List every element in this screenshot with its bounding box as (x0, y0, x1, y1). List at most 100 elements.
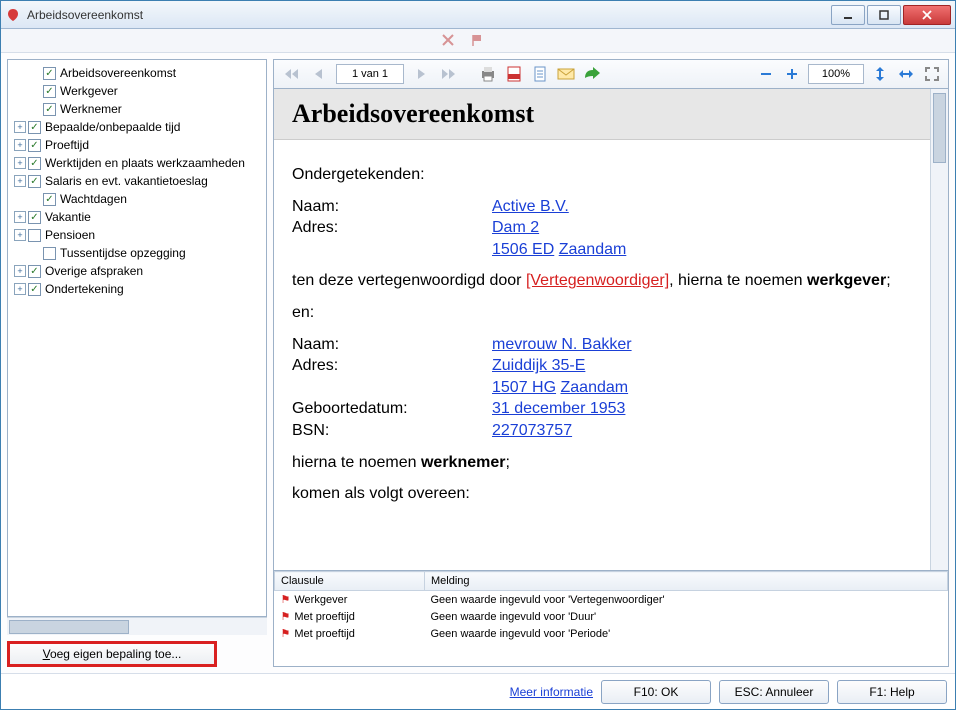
page-indicator[interactable] (336, 64, 404, 84)
tree-item[interactable]: + Overige afspraken (10, 262, 264, 280)
message-row[interactable]: ⚑Met proeftijdGeen waarde ingevuld voor … (275, 608, 948, 625)
expander-icon[interactable]: + (14, 139, 26, 151)
close-button[interactable] (903, 5, 951, 25)
expander-icon[interactable]: + (14, 175, 26, 187)
close-x-icon (441, 33, 457, 49)
checkbox[interactable] (28, 175, 41, 188)
help-button[interactable]: F1: Help (837, 680, 947, 704)
secondary-bar (1, 29, 955, 53)
fullscreen-icon[interactable] (922, 64, 942, 84)
flag-small-icon (471, 33, 487, 49)
cancel-button[interactable]: ESC: Annuleer (719, 680, 829, 704)
flag-icon: ⚑ (281, 628, 291, 640)
document-icon[interactable] (530, 64, 550, 84)
employer-street-link[interactable]: Dam 2 (492, 217, 539, 239)
tree-item[interactable]: + Ondertekening (10, 280, 264, 298)
message-row[interactable]: ⚑Met proeftijdGeen waarde ingevuld voor … (275, 625, 948, 642)
prev-page-button[interactable] (308, 63, 330, 85)
checkbox[interactable] (28, 229, 41, 242)
employer-name-link[interactable]: Active B.V. (492, 196, 569, 218)
tree-item[interactable]: +Bepaalde/onbepaalde tijd (10, 118, 264, 136)
tree-item-label: Ondertekening (45, 282, 124, 296)
last-page-button[interactable] (438, 63, 460, 85)
tree-item[interactable]: +Werktijden en plaats werkzaamheden (10, 154, 264, 172)
checkbox[interactable] (28, 211, 41, 224)
messages-col-msg[interactable]: Melding (425, 572, 948, 591)
forward-icon[interactable] (582, 64, 602, 84)
expander-icon[interactable]: + (14, 229, 26, 241)
tree-h-scrollbar[interactable] (7, 617, 267, 635)
tree-view[interactable]: ArbeidsovereenkomstWerkgeverWerknemer+Be… (7, 59, 267, 617)
messages-col-clause[interactable]: Clausule (275, 572, 425, 591)
expander-icon[interactable]: + (14, 121, 26, 133)
checkbox[interactable] (28, 157, 41, 170)
minimize-button[interactable] (831, 5, 865, 25)
expander-icon[interactable]: + (14, 283, 26, 295)
and-text: en: (292, 302, 912, 324)
after-emp-sentence: hierna te noemen werknemer; (292, 452, 912, 474)
client-area: ArbeidsovereenkomstWerkgeverWerknemer+Be… (1, 53, 955, 673)
checkbox[interactable] (28, 283, 41, 296)
zoom-out-icon[interactable] (756, 64, 776, 84)
employee-bsn-link[interactable]: 227073757 (492, 420, 572, 442)
tree-item[interactable]: Tussentijdse opzegging (10, 244, 264, 262)
tree-item[interactable]: Arbeidsovereenkomst (10, 64, 264, 82)
app-window: Arbeidsovereenkomst ArbeidsovereenkomstW… (0, 0, 956, 710)
window-title: Arbeidsovereenkomst (27, 8, 143, 22)
tree-item-label: Proeftijd (45, 138, 89, 152)
print-icon[interactable] (478, 64, 498, 84)
checkbox[interactable] (43, 247, 56, 260)
document-view[interactable]: Arbeidsovereenkomst Ondergetekenden: Naa… (274, 89, 930, 570)
expander-icon[interactable]: + (14, 265, 26, 277)
tree-item[interactable]: Werknemer (10, 100, 264, 118)
employee-postal-link[interactable]: 1507 HG (492, 379, 556, 396)
checkbox[interactable] (28, 265, 41, 278)
ok-button[interactable]: F10: OK (601, 680, 711, 704)
expander-icon[interactable]: + (14, 157, 26, 169)
document-heading: Arbeidsovereenkomst (292, 99, 912, 129)
message-clause: Werkgever (294, 594, 347, 606)
zoom-input[interactable] (808, 64, 864, 84)
expander-icon[interactable]: + (14, 211, 26, 223)
more-info-link[interactable]: Meer informatie (510, 685, 593, 699)
tree-item[interactable]: +Vakantie (10, 208, 264, 226)
checkbox[interactable] (28, 139, 41, 152)
tree-item[interactable]: + Pensioen (10, 226, 264, 244)
next-page-button[interactable] (410, 63, 432, 85)
tree-item-label: Pensioen (45, 228, 95, 242)
checkbox[interactable] (43, 103, 56, 116)
flag-icon: ⚑ (281, 594, 291, 606)
employee-city-link[interactable]: Zaandam (561, 379, 629, 396)
tree-item[interactable]: Wachtdagen (10, 190, 264, 208)
checkbox[interactable] (43, 193, 56, 206)
employee-dob-link[interactable]: 31 december 1953 (492, 398, 625, 420)
tree-item[interactable]: + Proeftijd (10, 136, 264, 154)
message-clause: Met proeftijd (294, 628, 355, 640)
message-row[interactable]: ⚑WerkgeverGeen waarde ingevuld voor 'Ver… (275, 591, 948, 609)
zoom-in-icon[interactable] (782, 64, 802, 84)
document-container: Arbeidsovereenkomst Ondergetekenden: Naa… (273, 89, 949, 571)
doc-subheading: Ondergetekenden: (292, 164, 912, 186)
footer: Meer informatie F10: OK ESC: Annuleer F1… (1, 673, 955, 709)
tree-item[interactable]: +Salaris en evt. vakantietoeslag (10, 172, 264, 190)
checkbox[interactable] (28, 121, 41, 134)
tree-item-label: Overige afspraken (45, 264, 143, 278)
employer-postal-link[interactable]: 1506 ED (492, 241, 554, 258)
fit-height-icon[interactable] (870, 64, 890, 84)
rep-placeholder[interactable]: [Vertegenwoordiger] (526, 272, 669, 289)
tree-item[interactable]: Werkgever (10, 82, 264, 100)
fit-width-icon[interactable] (896, 64, 916, 84)
pdf-icon[interactable] (504, 64, 524, 84)
checkbox[interactable] (43, 67, 56, 80)
employer-city-link[interactable]: Zaandam (559, 241, 627, 258)
first-page-button[interactable] (280, 63, 302, 85)
employee-name-link[interactable]: mevrouw N. Bakker (492, 334, 632, 356)
add-clause-button[interactable]: Voeg eigen bepaling toe... (7, 641, 217, 667)
checkbox[interactable] (43, 85, 56, 98)
maximize-button[interactable] (867, 5, 901, 25)
employee-street-link[interactable]: Zuiddijk 35-E (492, 355, 585, 377)
document-v-scrollbar[interactable] (930, 89, 948, 570)
employee-bsn-label: BSN: (292, 420, 492, 442)
email-icon[interactable] (556, 64, 576, 84)
flag-icon: ⚑ (281, 611, 291, 623)
